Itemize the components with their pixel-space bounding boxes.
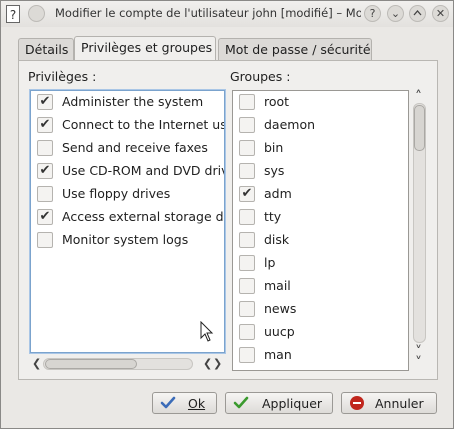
window-title: Modifier le compte de l'utilisateur john…	[55, 6, 361, 20]
privileges-item-label: Monitor system logs	[62, 232, 189, 247]
privileges-item-label: Access external storage de	[62, 209, 225, 224]
checkbox-icon[interactable]	[239, 163, 255, 179]
privileges-heading: Privilèges :	[28, 69, 97, 84]
checkbox-icon[interactable]: ✔	[239, 186, 255, 202]
tab-password-security[interactable]: Mot de passe / sécurité	[218, 38, 372, 60]
apply-button[interactable]: Appliquer	[225, 392, 333, 414]
checkbox-icon[interactable]	[239, 278, 255, 294]
checkbox-icon[interactable]: ✔	[37, 163, 53, 179]
checkbox-icon[interactable]	[37, 232, 53, 248]
hscroll-track[interactable]	[43, 358, 193, 370]
tab-privileges-groups-label: Privilèges et groupes	[81, 40, 213, 55]
app-help-icon[interactable]: ?	[6, 5, 20, 23]
cancel-button-label: Annuler	[375, 396, 424, 411]
checkbox-icon[interactable]	[239, 347, 255, 363]
window-menu-button[interactable]	[28, 5, 45, 22]
checkbox-icon[interactable]	[239, 301, 255, 317]
checkbox-icon[interactable]: ✔	[37, 209, 53, 225]
groups-item-label: uucp	[264, 324, 295, 339]
tab-privileges-groups[interactable]: Privilèges et groupes	[74, 36, 216, 60]
groups-item-label: adm	[264, 186, 292, 201]
checkbox-icon[interactable]	[239, 324, 255, 340]
groups-heading: Groupes :	[230, 69, 291, 84]
tab-password-security-label: Mot de passe / sécurité	[225, 42, 371, 57]
checkbox-icon[interactable]: ✔	[37, 117, 53, 133]
groups-item-label: news	[264, 301, 297, 316]
groups-item-label: mail	[264, 278, 291, 293]
hscroll-thumb[interactable]	[45, 359, 137, 369]
checkbox-icon[interactable]	[239, 94, 255, 110]
groups-item-label: disk	[264, 232, 290, 247]
checkbox-icon[interactable]	[37, 140, 53, 156]
privileges-item-label: Send and receive faxes	[62, 140, 208, 155]
dialog-window: ? Modifier le compte de l'utilisateur jo…	[0, 0, 454, 429]
privileges-item-label: Use floppy drives	[62, 186, 171, 201]
privileges-item-label: Use CD-ROM and DVD drive	[62, 163, 225, 178]
checkbox-icon[interactable]: ✔	[37, 94, 53, 110]
tab-details[interactable]: Détails	[18, 38, 74, 60]
checkbox-icon[interactable]	[239, 255, 255, 271]
groups-item-label: bin	[264, 140, 284, 155]
checkbox-icon[interactable]	[37, 186, 53, 202]
mouse-pointer-icon	[200, 321, 214, 342]
checkbox-icon[interactable]	[239, 117, 255, 133]
vscroll-thumb[interactable]	[414, 105, 425, 151]
tab-details-label: Détails	[25, 42, 69, 57]
checkbox-icon[interactable]	[239, 140, 255, 156]
scroll-left-secondary-icon[interactable]: ❮	[203, 357, 212, 370]
privileges-horizontal-scrollbar[interactable]: ❮ ❮ ❯	[32, 356, 224, 372]
groups-item-label: daemon	[264, 117, 316, 132]
vscroll-track[interactable]	[413, 103, 426, 343]
cancel-button[interactable]: Annuler	[341, 392, 437, 414]
privileges-list[interactable]: ✔ Administer the system ✔ Connect to the In…	[30, 90, 225, 353]
cancel-circle-icon	[349, 395, 365, 411]
privileges-item-label: Connect to the Internet us	[62, 117, 225, 132]
scroll-down-secondary-icon[interactable]: ˅	[415, 355, 422, 371]
groups-item-label: tty	[264, 209, 282, 224]
help-button[interactable]: ?	[364, 5, 381, 22]
groups-item-label: root	[264, 94, 290, 109]
ok-button-label: Ok	[188, 396, 206, 411]
close-button[interactable]: ✕	[432, 5, 449, 22]
groups-item-label: sys	[264, 163, 285, 178]
maximize-button[interactable]	[409, 5, 426, 22]
groups-item-label: man	[264, 347, 292, 362]
checkmark-icon	[160, 395, 176, 411]
apply-button-label: Appliquer	[262, 396, 323, 411]
ok-button[interactable]: Ok	[152, 392, 217, 414]
groups-vertical-scrollbar[interactable]: ˄ ˅ ˅	[411, 89, 428, 371]
scroll-left-icon[interactable]: ❮	[32, 357, 41, 370]
checkmark-icon	[233, 395, 249, 411]
checkbox-icon[interactable]	[239, 232, 255, 248]
privileges-item-label: Administer the system	[62, 94, 204, 109]
groups-item-label: lp	[264, 255, 276, 270]
checkbox-icon[interactable]	[239, 209, 255, 225]
title-bar[interactable]: ? Modifier le compte de l'utilisateur jo…	[1, 1, 453, 27]
groups-list[interactable]: root daemon bin sys ✔ adm tty disk lp mail news uuc…	[232, 90, 409, 371]
scroll-right-icon[interactable]: ❯	[213, 357, 222, 370]
minimize-button[interactable]: ⌄	[387, 5, 404, 22]
